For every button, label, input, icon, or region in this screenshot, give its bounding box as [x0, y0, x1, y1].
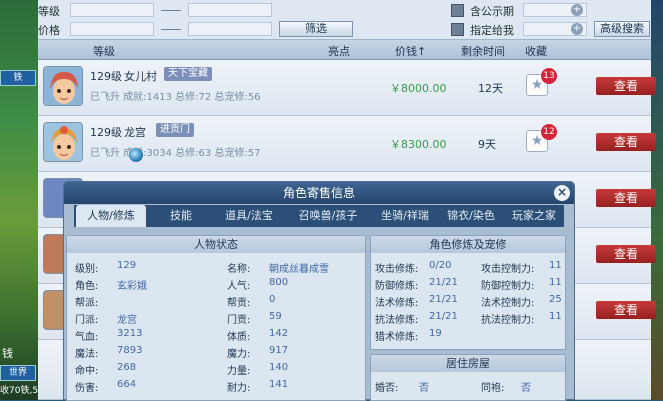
table-row[interactable]: 129级 女儿村 天下宝藏 已飞升 成就:1413 总修:72 总宠修:56 ￥…	[38, 60, 656, 116]
seller-checkbox[interactable]	[451, 23, 464, 36]
cultivation-defense: 防御修炼: 21/21	[375, 277, 458, 292]
plus-icon[interactable]: +	[571, 23, 583, 35]
stat-guild-contribution: 帮贡: 0	[227, 294, 276, 309]
stat-school: 门派: 龙宫	[75, 315, 137, 326]
tab-mounts[interactable]: 坐骑/祥瑞	[370, 205, 440, 227]
table-row[interactable]: 129级 龙宫 进贡门 已飞升 成就:3034 总修:63 总宠修:57 ￥83…	[38, 116, 656, 172]
stat-mp: 魔法: 7893	[75, 345, 143, 360]
row-level: 129级	[90, 70, 122, 83]
filter-button[interactable]: 筛选	[279, 21, 353, 37]
cultivation-attack: 攻击修炼: 0/20	[375, 260, 452, 275]
stat-name: 名称: 朝成丝暮成雪	[227, 264, 329, 275]
view-button[interactable]: 查看	[596, 77, 656, 95]
column-level: 等级	[93, 45, 115, 58]
stat-level: 级别: 129	[75, 260, 137, 275]
filter-area: 等级 价格 筛选 含公示期 + 指定给我 + 高级搜索	[38, 0, 651, 40]
row-school: 女儿村	[124, 70, 157, 83]
public-period-label: 含公示期	[470, 5, 514, 18]
section-title: 人物状态	[67, 236, 365, 253]
tab-items[interactable]: 道具/法宝	[214, 205, 284, 227]
row-stats: 已飞升 成就:1413 总修:72 总宠修:56	[90, 92, 261, 103]
view-button[interactable]: 查看	[596, 245, 656, 263]
tab-skills[interactable]: 技能	[156, 205, 206, 227]
price-min-input[interactable]	[70, 22, 154, 36]
plus-icon[interactable]: +	[571, 4, 583, 16]
view-button[interactable]: 查看	[596, 301, 656, 319]
stat-school-contribution: 门贡: 59	[227, 311, 282, 326]
row-tag: 进贡门	[156, 123, 194, 137]
price-filter-label: 价格	[38, 24, 60, 37]
column-price-sort[interactable]: 价钱↑	[395, 43, 426, 59]
control-defense: 防御控制力: 11	[481, 277, 562, 292]
stat-hit: 命中: 268	[75, 362, 137, 377]
level-filter-label: 等级	[38, 5, 60, 18]
stat-endurance: 耐力: 141	[227, 379, 289, 394]
panel-tabs: 人物/修炼 技能 道具/法宝 召唤兽/孩子 坐骑/祥瑞 锦衣/染色 玩家之家	[74, 205, 564, 227]
control-resist: 抗法控制力: 11	[481, 311, 562, 326]
avatar	[43, 66, 83, 106]
stat-magic: 魔力: 917	[227, 345, 289, 360]
public-period-checkbox[interactable]	[451, 4, 464, 17]
world-channel-tab[interactable]: 世界	[0, 365, 36, 381]
column-header-row: 等级 亮点 价钱↑ 剩余时间 收藏	[38, 40, 651, 60]
row-school: 龙宫	[124, 126, 146, 139]
seller-label: 指定给我	[470, 24, 514, 37]
avatar	[43, 122, 83, 162]
cultivation-hunting: 猎术修炼: 19	[375, 328, 442, 343]
column-favorite: 收藏	[525, 45, 547, 58]
column-highlight: 亮点	[328, 45, 350, 58]
favorite-count-badge: 12	[541, 124, 557, 140]
orb-icon	[129, 148, 143, 162]
game-left-strip: 铁 钱 世界 收70铁,5W	[0, 0, 47, 400]
tab-pets[interactable]: 召唤兽/孩子	[288, 205, 368, 227]
game-tag: 铁	[0, 70, 36, 86]
stat-damage: 伤害: 664	[75, 379, 137, 394]
range-dash	[161, 29, 181, 30]
character-info-panel: 角色寄售信息 × 人物/修炼 技能 道具/法宝 召唤兽/孩子 坐骑/祥瑞 锦衣/…	[63, 181, 575, 401]
stat-popularity: 人气: 800	[227, 277, 289, 292]
view-button[interactable]: 查看	[596, 133, 656, 151]
cultivation-spell: 法术修炼: 21/21	[375, 294, 458, 309]
close-icon[interactable]: ×	[554, 185, 570, 201]
house-married: 婚否: 否	[375, 383, 429, 394]
row-price: ￥8300.00	[390, 138, 447, 151]
section-title: 角色修炼及宠修	[371, 236, 565, 253]
row-stats: 已飞升 成就:3034 总修:63 总宠修:57	[90, 148, 261, 159]
coin-label: 钱	[2, 347, 13, 360]
cultivation-section: 角色修炼及宠修 攻击修炼: 0/20 防御修炼: 21/21 法术修炼: 21/21 …	[370, 235, 566, 350]
panel-title: 角色寄售信息	[64, 182, 574, 204]
control-attack: 攻击控制力: 11	[481, 260, 562, 275]
row-remaining-time: 9天	[478, 138, 496, 151]
row-price: ￥8000.00	[390, 82, 447, 95]
row-level: 129级	[90, 126, 122, 139]
stat-role: 角色: 玄彩娥	[75, 281, 147, 292]
character-status-section: 人物状态 级别: 129 角色: 玄彩娥 帮派: 门派: 龙宫 气血: 3213 魔法:…	[66, 235, 366, 401]
price-max-input[interactable]	[188, 22, 272, 36]
range-dash	[161, 10, 181, 11]
tab-character-cultivation[interactable]: 人物/修炼	[76, 205, 146, 227]
advanced-search-button[interactable]: 高级搜索	[594, 21, 650, 37]
row-tag: 天下宝藏	[164, 67, 212, 81]
section-title: 居住房屋	[371, 355, 565, 372]
view-button[interactable]: 查看	[596, 189, 656, 207]
house-sworn: 同袍: 否	[481, 383, 531, 394]
column-remaining: 剩余时间	[461, 45, 505, 58]
stat-hp: 气血: 3213	[75, 328, 143, 343]
tab-outfits[interactable]: 锦衣/染色	[436, 205, 506, 227]
favorite-count-badge: 13	[541, 68, 557, 84]
tab-player-home[interactable]: 玩家之家	[504, 205, 564, 227]
house-section: 居住房屋 婚否: 否 同袍: 否	[370, 354, 566, 401]
level-max-input[interactable]	[188, 3, 272, 17]
control-spell: 法术控制力: 25	[481, 294, 562, 309]
cultivation-resist: 抗法修炼: 21/21	[375, 311, 458, 326]
stat-strength: 力量: 140	[227, 362, 289, 377]
level-min-input[interactable]	[70, 3, 154, 17]
stat-guild: 帮派:	[75, 298, 99, 309]
stat-constitution: 体质: 142	[227, 328, 289, 343]
row-remaining-time: 12天	[478, 82, 503, 95]
